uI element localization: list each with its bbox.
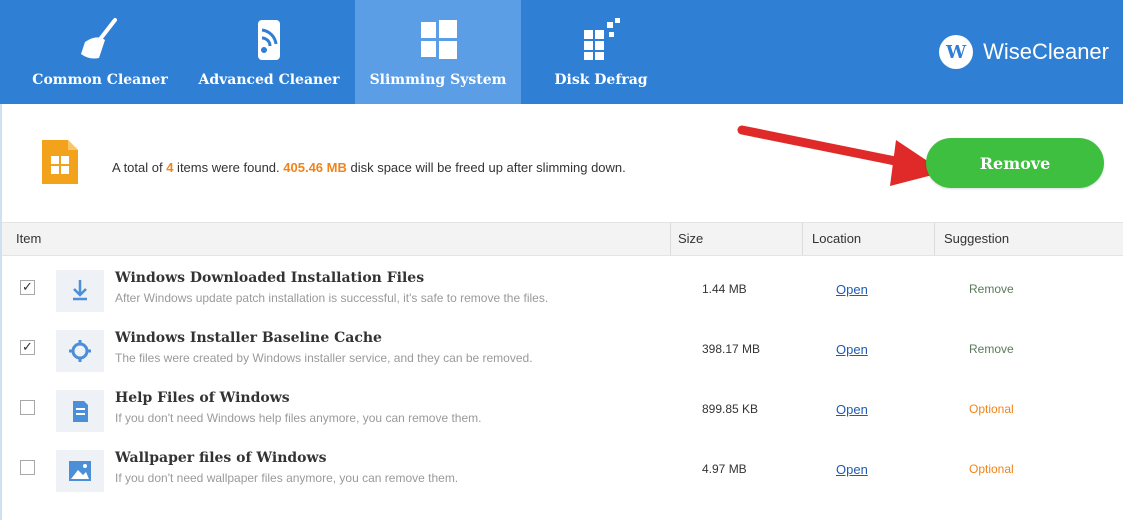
broom-icon (81, 18, 117, 59)
row-suggestion: Optional (969, 402, 1014, 416)
row-size: 1.44 MB (702, 282, 747, 296)
tab-label: Disk Defrag (554, 72, 648, 88)
table-row[interactable]: Help Files of Windows If you don't need … (2, 378, 1123, 434)
row-checkbox[interactable]: ✓ (20, 280, 35, 295)
table-row[interactable]: ✓ Windows Downloaded Installation Files … (2, 258, 1123, 314)
image-icon (56, 450, 104, 492)
remove-button[interactable]: Remove (926, 138, 1104, 188)
table-row[interactable]: Wallpaper files of Windows If you don't … (2, 438, 1123, 494)
column-separator (802, 223, 803, 255)
sweep-icon (258, 20, 280, 60)
tab-disk-defrag[interactable]: Disk Defrag (528, 0, 674, 104)
tab-label: Advanced Cleaner (198, 72, 340, 88)
row-description: If you don't need wallpaper files anymor… (115, 471, 459, 485)
row-title: Windows Installer Baseline Cache (115, 330, 382, 346)
row-description: After Windows update patch installation … (115, 291, 549, 305)
row-description: If you don't need Windows help files any… (115, 411, 482, 425)
freed-space: 405.46 MB (283, 160, 347, 175)
open-location-link[interactable]: Open (836, 282, 868, 297)
row-checkbox[interactable]: ✓ (20, 340, 35, 355)
tab-label: Slimming System (369, 72, 507, 88)
row-suggestion: Optional (969, 462, 1014, 476)
column-header-location[interactable]: Location (812, 223, 861, 255)
row-description: The files were created by Windows instal… (115, 351, 533, 365)
row-size: 4.97 MB (702, 462, 747, 476)
row-title: Windows Downloaded Installation Files (115, 270, 425, 286)
package-icon (42, 140, 78, 184)
row-suggestion: Remove (969, 342, 1014, 356)
summary-middle: items were found. (173, 160, 284, 175)
open-location-link[interactable]: Open (836, 402, 868, 417)
row-checkbox[interactable] (20, 400, 35, 415)
top-navigation-bar: Common Cleaner Advanced Cleaner Slimming… (0, 0, 1123, 104)
summary-text: A total of 4 items were found. 405.46 MB… (112, 160, 626, 175)
brand: W WiseCleaner (939, 34, 1109, 70)
table-row[interactable]: ✓ Windows Installer Baseline Cache The f… (2, 318, 1123, 374)
summary-prefix: A total of (112, 160, 167, 175)
windows-icon (421, 20, 457, 59)
tab-slimming-system[interactable]: Slimming System (355, 0, 521, 104)
column-separator (934, 223, 935, 255)
help-file-icon (56, 390, 104, 432)
column-header-size[interactable]: Size (678, 223, 703, 255)
download-icon (56, 270, 104, 312)
row-suggestion: Remove (969, 282, 1014, 296)
brand-name: WiseCleaner (983, 39, 1109, 64)
row-checkbox[interactable] (20, 460, 35, 475)
column-header-item[interactable]: Item (16, 223, 41, 255)
tab-label: Common Cleaner (32, 72, 168, 88)
row-size: 398.17 MB (702, 342, 761, 356)
brand-logo-icon: W (939, 35, 974, 69)
defrag-icon (584, 18, 620, 60)
tab-advanced-cleaner[interactable]: Advanced Cleaner (190, 0, 348, 104)
row-title: Wallpaper files of Windows (115, 450, 327, 466)
column-separator (670, 223, 671, 255)
column-header-suggestion[interactable]: Suggestion (944, 223, 1009, 255)
table-header: Item Size Location Suggestion (2, 222, 1123, 256)
gear-icon (56, 330, 104, 372)
open-location-link[interactable]: Open (836, 342, 868, 357)
summary-suffix: disk space will be freed up after slimmi… (346, 160, 626, 175)
tab-common-cleaner[interactable]: Common Cleaner (17, 0, 183, 104)
open-location-link[interactable]: Open (836, 462, 868, 477)
row-size: 899.85 KB (702, 402, 759, 416)
row-title: Help Files of Windows (115, 390, 290, 406)
